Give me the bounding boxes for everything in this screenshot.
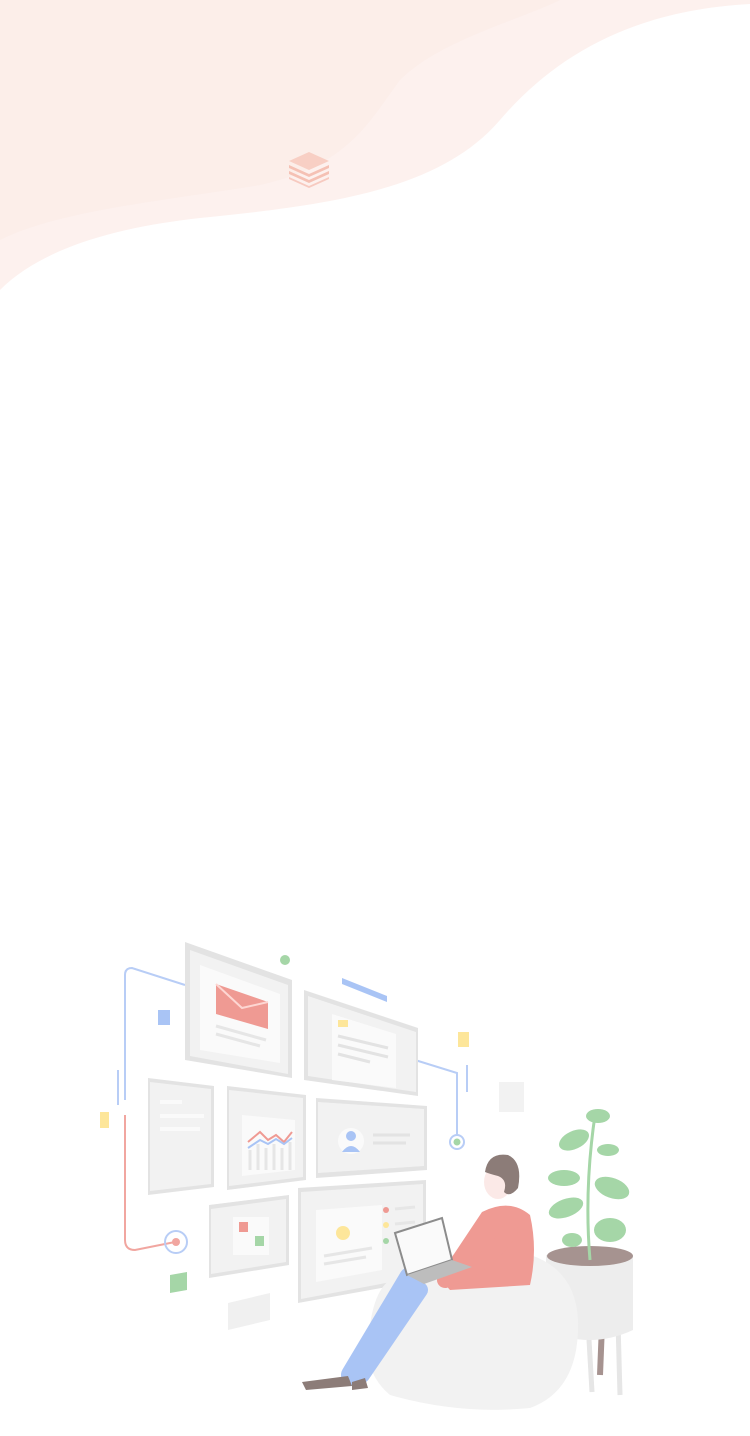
header-wave-background	[0, 0, 750, 290]
person-working-with-dashboard-illustration	[100, 942, 633, 1410]
content-area	[0, 300, 750, 920]
stacked-layers-icon	[289, 152, 329, 188]
splash-screen	[0, 0, 750, 1436]
